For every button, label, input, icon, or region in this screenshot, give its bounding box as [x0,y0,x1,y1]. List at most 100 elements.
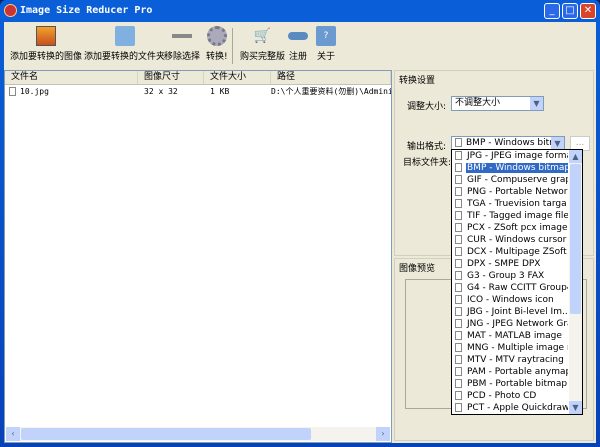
dropdown-option[interactable]: PAM - Portable anymap [452,366,568,378]
dropdown-option[interactable]: DCX - Multipage ZSoft P... [452,246,568,258]
option-label: DCX - Multipage ZSoft P... [467,247,568,257]
option-label: JPG - JPEG image format [467,151,568,161]
vertical-scrollbar[interactable]: ▲ ▼ [569,150,582,414]
table-row[interactable]: 10.jpg 32 x 32 1 KB D:\个人重要资料(勿删)\Admini… [5,85,391,98]
group-title: 图像预览 [399,264,436,274]
minimize-button[interactable]: _ [544,3,560,19]
register-button[interactable]: 注册 [288,26,308,62]
file-icon [455,187,462,196]
column-header-filesize[interactable]: 文件大小 [204,71,271,84]
dropdown-option[interactable]: JPG - JPEG image format [452,150,568,162]
label: 关于 [316,52,335,62]
file-icon [455,235,462,244]
option-label: MTV - MTV raytracing [467,355,564,365]
column-header-dimensions[interactable]: 图像尺寸 [138,71,204,84]
dropdown-option[interactable]: PCD - Photo CD [452,390,568,402]
cell-path: D:\个人重要资料(勿删)\Adminis [271,87,391,96]
option-label: PBM - Portable bitmap [467,379,568,389]
option-label: PCD - Photo CD [467,391,537,401]
option-label: G4 - Raw CCITT Group4 [467,283,568,293]
dropdown-option[interactable]: DPX - SMPE DPX [452,258,568,270]
gears-icon [206,26,227,46]
file-icon [455,163,462,172]
dropdown-option[interactable]: CUR - Windows cursor [452,234,568,246]
option-label: GIF - Compuserve graphics [467,175,568,185]
column-header-filename[interactable]: 文件名 [5,71,138,84]
add-image-icon [36,26,56,46]
scroll-thumb[interactable] [21,428,311,440]
scroll-right-button[interactable]: › [376,427,390,441]
dropdown-option[interactable]: PBM - Portable bitmap [452,378,568,390]
list-header: 文件名 图像尺寸 文件大小 路径 [5,71,391,85]
option-label: G3 - Group 3 FAX [467,271,545,281]
file-icon [455,211,462,220]
file-icon [9,87,16,96]
horizontal-scrollbar[interactable]: ‹ › [6,427,390,441]
file-icon [455,175,462,184]
file-icon [455,307,462,316]
scroll-down-button[interactable]: ▼ [569,401,582,414]
add-folder-button[interactable]: 添加要转换的文件夹 [84,26,165,62]
cell-dimensions: 32 x 32 [144,87,178,96]
cart-icon: 🛒 [253,28,272,44]
buy-full-version-button[interactable]: 🛒 购买完整版 [240,26,285,62]
scroll-left-button[interactable]: ‹ [6,427,20,441]
about-button[interactable]: ? 关于 [316,26,336,62]
maximize-button[interactable]: □ [562,3,578,19]
dropdown-option[interactable]: PCT - Apple Quickdraw p... [452,402,568,414]
resize-label: 调整大小: [407,102,447,112]
add-image-button[interactable]: 添加要转换的图像 [10,26,82,62]
file-icon [455,259,462,268]
file-icon [455,379,462,388]
file-icon [455,247,462,256]
format-label: 输出格式: [407,142,447,152]
file-icon [455,271,462,280]
dropdown-option[interactable]: MAT - MATLAB image [452,330,568,342]
dropdown-option[interactable]: JNG - JPEG Network Grap... [452,318,568,330]
chevron-down-icon[interactable]: ▼ [530,97,543,110]
file-list[interactable]: 文件名 图像尺寸 文件大小 路径 10.jpg 32 x 32 1 KB D:\… [4,70,392,443]
dropdown-option[interactable]: MNG - Multiple image ne... [452,342,568,354]
window-title: Image Size Reducer Pro [20,5,153,16]
dropdown-option[interactable]: PNG - Portable Network ... [452,186,568,198]
scroll-thumb[interactable] [570,164,581,314]
label: 添加要转换的文件夹 [84,52,166,62]
dropdown-option[interactable]: ICO - Windows icon [452,294,568,306]
dropdown-option[interactable]: BMP - Windows bitmap [452,162,568,174]
convert-button[interactable]: 转换! [206,26,228,62]
help-book-icon: ? [316,26,336,46]
format-dropdown-list[interactable]: JPG - JPEG image format BMP - Windows bit… [451,149,583,415]
close-button[interactable]: ✕ [580,3,596,19]
column-header-path[interactable]: 路径 [271,71,391,84]
dropdown-option[interactable]: TGA - Truevision targa [452,198,568,210]
dropdown-option[interactable]: MTV - MTV raytracing [452,354,568,366]
option-label: JBG - Joint Bi-level Im... [467,307,568,317]
file-icon [455,331,462,340]
dropdown-option[interactable]: PCX - ZSoft pcx image [452,222,568,234]
dropdown-option[interactable]: G3 - Group 3 FAX [452,270,568,282]
group-title: 转换设置 [399,76,436,86]
file-icon [455,355,462,364]
option-label: PCT - Apple Quickdraw p... [467,403,568,413]
option-label: JNG - JPEG Network Grap... [467,319,568,329]
file-icon [455,403,462,412]
dropdown-option[interactable]: TIF - Tagged image file [452,210,568,222]
resize-select[interactable]: 不调整大小 ▼ [451,96,544,111]
dropdown-option[interactable]: G4 - Raw CCITT Group4 [452,282,568,294]
dropdown-option[interactable]: JBG - Joint Bi-level Im... [452,306,568,318]
toolbar-separator [232,28,233,64]
toolbar: 添加要转换的图像 添加要转换的文件夹 移除选择 转换! 🛒 购买完整版 注册 ? 关… [4,22,596,68]
option-label: PAM - Portable anymap [467,367,568,377]
file-icon [455,367,462,376]
label: 注册 [288,52,307,62]
label: 移除选择 [164,52,201,62]
option-label: TGA - Truevision targa [467,199,567,209]
dropdown-option[interactable]: GIF - Compuserve graphics [452,174,568,186]
key-icon [288,32,308,40]
option-label: DPX - SMPE DPX [467,259,541,269]
option-label: PCX - ZSoft pcx image [467,223,568,233]
label: 购买完整版 [240,52,286,62]
remove-selection-button[interactable]: 移除选择 [164,26,200,62]
scroll-up-button[interactable]: ▲ [569,150,582,163]
target-folder-label: 目标文件夹: [403,158,452,168]
